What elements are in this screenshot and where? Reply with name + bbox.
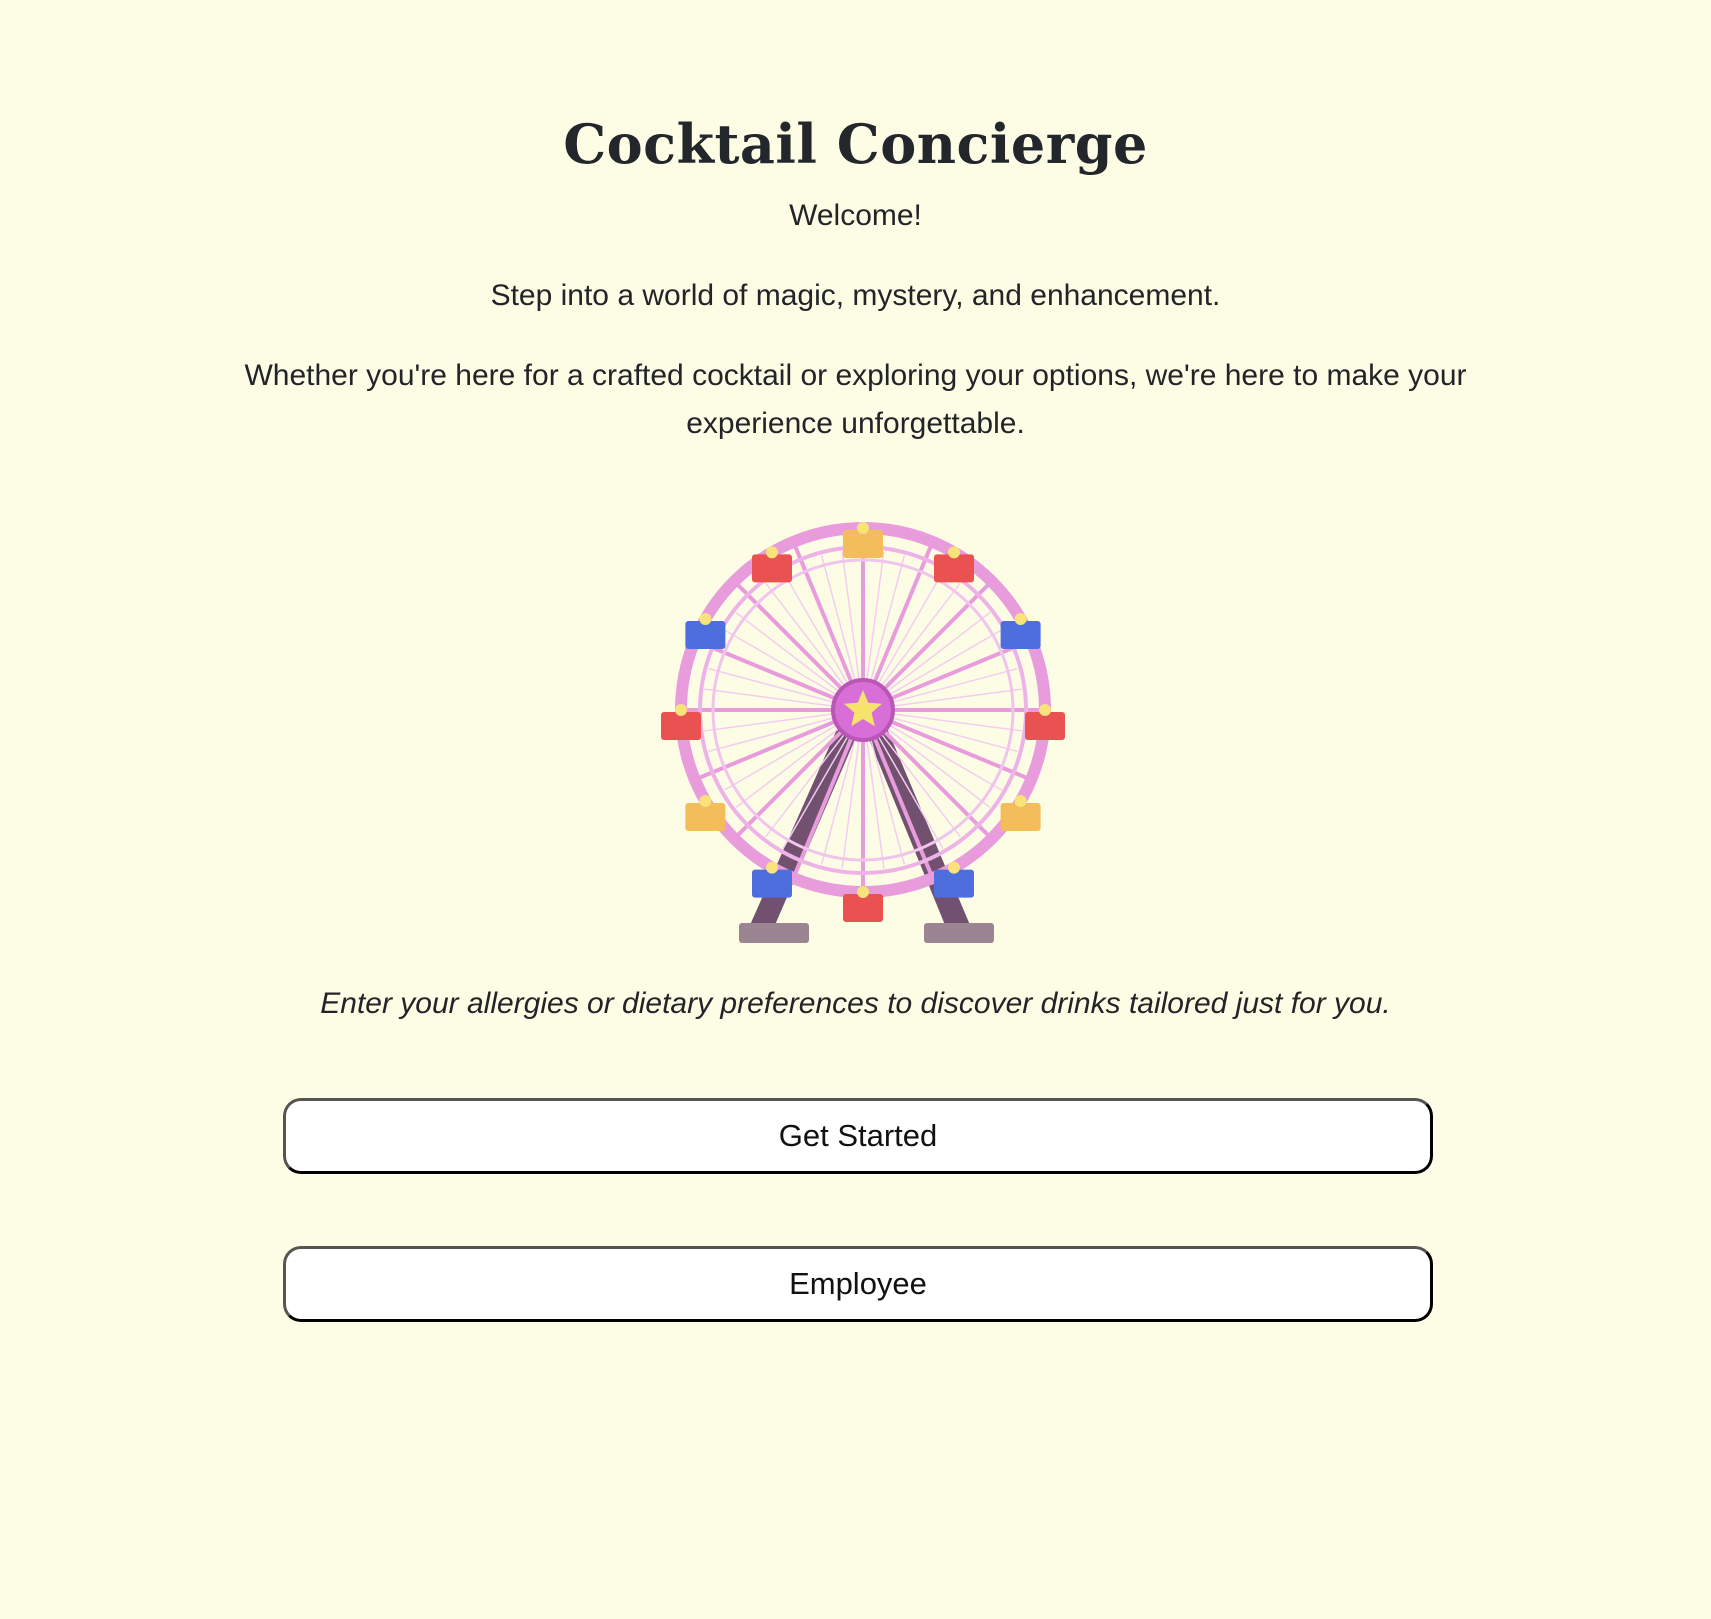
cabin (1000, 621, 1041, 649)
dietary-prompt: Enter your allergies or dietary preferen… (320, 987, 1391, 1020)
description-text: Whether you're here for a crafted cockta… (244, 359, 1467, 440)
cabin (1000, 803, 1041, 831)
rim-light (699, 613, 712, 625)
rim-light (766, 861, 778, 874)
ferris-wheel-icon (650, 515, 1075, 945)
rim-light (857, 522, 869, 534)
ferris-wheel-svg (661, 522, 1065, 943)
get-started-button[interactable]: Get Started (283, 1098, 1433, 1174)
right-base (924, 923, 994, 943)
rim-light (948, 861, 960, 874)
rim-light (766, 546, 778, 559)
cabin (1025, 712, 1065, 740)
cabin (661, 712, 701, 740)
cabin (685, 803, 726, 831)
cabin (843, 894, 883, 922)
page-title: Cocktail Concierge (563, 112, 1148, 176)
rim-light (1014, 613, 1027, 625)
rim-light (699, 795, 712, 807)
ferris-wheel-hub (831, 678, 895, 742)
cabin (934, 554, 974, 583)
employee-button[interactable]: Employee (283, 1246, 1433, 1322)
rim-light (948, 546, 960, 559)
cabin (843, 530, 883, 558)
rim-light (675, 704, 687, 716)
rim-light (1014, 795, 1027, 807)
left-base (739, 923, 809, 943)
rim-light (857, 886, 869, 898)
cabin (752, 869, 792, 898)
cabin (934, 869, 974, 898)
cabin (752, 554, 792, 583)
tagline-text: Step into a world of magic, mystery, and… (490, 279, 1221, 312)
landing-page: Cocktail Concierge Welcome! Step into a … (0, 0, 1711, 1619)
cabin (685, 621, 726, 649)
rim-light (1039, 704, 1051, 716)
welcome-text: Welcome! (789, 199, 922, 232)
